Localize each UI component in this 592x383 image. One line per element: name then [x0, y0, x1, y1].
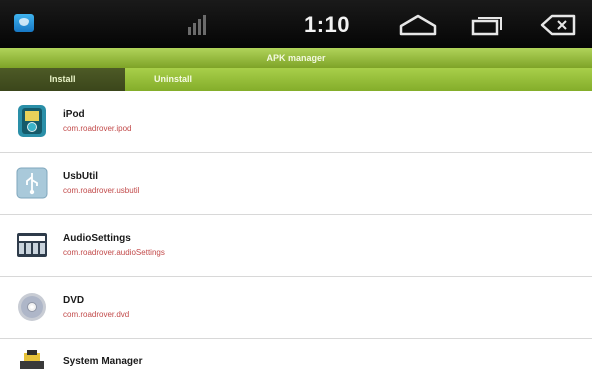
tab-uninstall[interactable]: Uninstall — [125, 68, 221, 91]
system-manager-icon — [16, 349, 48, 383]
app-package: com.roadrover.dvd — [63, 310, 130, 319]
signal-icon — [188, 13, 210, 35]
list-item[interactable]: UsbUtil com.roadrover.usbutil — [0, 153, 592, 215]
app-title: APK manager — [0, 48, 592, 68]
app-name: AudioSettings — [63, 233, 131, 244]
app-notification-icon[interactable] — [14, 14, 34, 32]
app-package: com.roadrover.ipod — [63, 124, 132, 133]
list-item[interactable]: System Manager — [0, 339, 592, 369]
tab-bar: Install Uninstall — [0, 68, 592, 91]
dvd-icon — [16, 290, 48, 324]
back-icon[interactable] — [540, 14, 578, 36]
usb-icon — [16, 166, 48, 200]
app-package: com.roadrover.audioSettings — [63, 248, 165, 257]
app-package: com.roadrover.usbutil — [63, 186, 140, 195]
tab-install[interactable]: Install — [0, 68, 125, 91]
recent-apps-icon[interactable] — [470, 14, 504, 36]
app-name: DVD — [63, 295, 85, 306]
list-item[interactable]: iPod com.roadrover.ipod — [0, 91, 592, 153]
list-item[interactable]: DVD com.roadrover.dvd — [0, 277, 592, 339]
clock: 1:10 — [304, 12, 351, 37]
home-icon[interactable] — [398, 14, 438, 36]
ipod-icon — [16, 104, 48, 138]
list-item[interactable]: AudioSettings com.roadrover.audioSetting… — [0, 215, 592, 277]
status-bar: 1:10 — [0, 0, 592, 48]
app-name: UsbUtil — [63, 171, 98, 182]
audio-settings-icon — [16, 228, 48, 262]
app-name: iPod — [63, 109, 85, 120]
app-list: iPod com.roadrover.ipod UsbUtil com.road… — [0, 91, 592, 369]
